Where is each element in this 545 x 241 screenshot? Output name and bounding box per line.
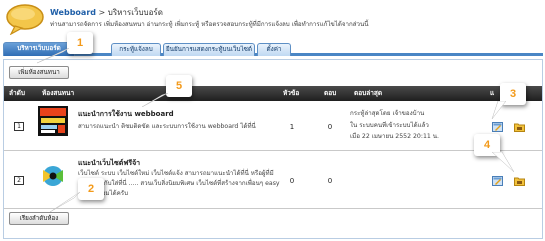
callout-3: 3 xyxy=(491,83,526,119)
callout-number: 1 xyxy=(76,37,84,49)
room-title[interactable]: แนะนำการใช้งาน webboard xyxy=(78,109,174,120)
last-reply-line-3: เมื่อ 22 เมษายน 2552 20:11 น. xyxy=(350,133,439,140)
callout-pointer-icon xyxy=(37,48,69,64)
room-thumbnail-share-icon xyxy=(38,161,68,191)
room-title[interactable]: แนะนำเว็บไซต์ฟรีจ้า xyxy=(78,158,140,169)
table-header: ลำดับ ห้องสนทนา หัวข้อ ตอบ ตอบล่าสุด แ xyxy=(4,86,542,101)
room-description: เว็บไซต์ ระบบ เว็บไซต์ใหม่ เว็บไซต์แจ้ง … xyxy=(78,170,280,197)
callout-1: 1 xyxy=(37,32,93,64)
edit-icon[interactable] xyxy=(492,122,503,132)
header-order: ลำดับ xyxy=(9,89,25,97)
callout-pointer-icon xyxy=(50,192,80,212)
page-description: ท่านสามารถจัดการ เพิ่มห้องสนทนา อ่านกระท… xyxy=(50,21,369,28)
callout-4: 4 xyxy=(474,134,514,172)
header-topics: หัวข้อ xyxy=(283,89,300,97)
tab-approve-topics[interactable]: ยืนยันการแสดงกระทู้บนเว็บไซต์ xyxy=(163,43,255,56)
table-row: 1 แนะนำการใช้งาน webboard สามารถแนะนำ ติ… xyxy=(4,101,542,151)
header-last-reply: ตอบล่าสุด xyxy=(354,89,383,97)
callout-5: 5 xyxy=(142,75,192,107)
reply-count: 0 xyxy=(327,123,333,131)
callout-pointer-icon xyxy=(492,152,514,172)
callout-2: 2 xyxy=(50,178,104,212)
callout-pointer-icon xyxy=(491,101,506,119)
tab-reported-topics[interactable]: กระทู้แจ้งลบ xyxy=(111,43,161,56)
folder-icon[interactable] xyxy=(514,122,525,132)
tab-settings[interactable]: ตั้งค่า xyxy=(257,43,291,56)
breadcrumb-current: บริหารเว็บบอร์ด xyxy=(107,8,163,17)
callout-pointer-icon xyxy=(142,93,168,107)
row-number: 2 xyxy=(14,176,24,185)
breadcrumb-link-webboard[interactable]: Webboard xyxy=(50,8,96,17)
row-number: 1 xyxy=(14,122,24,131)
webboard-panel: เพิ่มห้องสนทนา ลำดับ ห้องสนทนา หัวข้อ ตอ… xyxy=(3,59,543,239)
last-reply-line-2: ใน ระบบคนที่เข้าระบบได้แล้ว xyxy=(350,122,429,129)
add-room-button[interactable]: เพิ่มห้องสนทนา xyxy=(9,66,69,79)
folder-icon[interactable] xyxy=(514,176,525,186)
callout-number: 2 xyxy=(87,183,95,195)
header-replies: ตอบ xyxy=(324,89,337,97)
edit-icon[interactable] xyxy=(492,176,503,186)
callout-number: 5 xyxy=(175,80,183,92)
room-description: สามารถแนะนำ ติชมติดขัด และระบบการใช้งาน … xyxy=(78,123,256,130)
header-room: ห้องสนทนา xyxy=(42,89,75,97)
room-thumbnail-design-icon xyxy=(38,106,68,136)
topic-count: 0 xyxy=(289,177,295,185)
breadcrumb-separator: > xyxy=(98,8,106,17)
topic-count: 1 xyxy=(289,123,295,131)
header-manage: แ xyxy=(490,89,495,97)
webboard-logo-icon xyxy=(6,4,44,35)
sort-rooms-button[interactable]: เรียงลำดับห้อง xyxy=(9,212,69,225)
last-reply-line-1: กระทู้ล่าสุดโดย เจ้าของบ้าน xyxy=(350,110,425,117)
breadcrumb: Webboard > บริหารเว็บบอร์ด xyxy=(50,6,163,19)
reply-count: 0 xyxy=(327,177,333,185)
